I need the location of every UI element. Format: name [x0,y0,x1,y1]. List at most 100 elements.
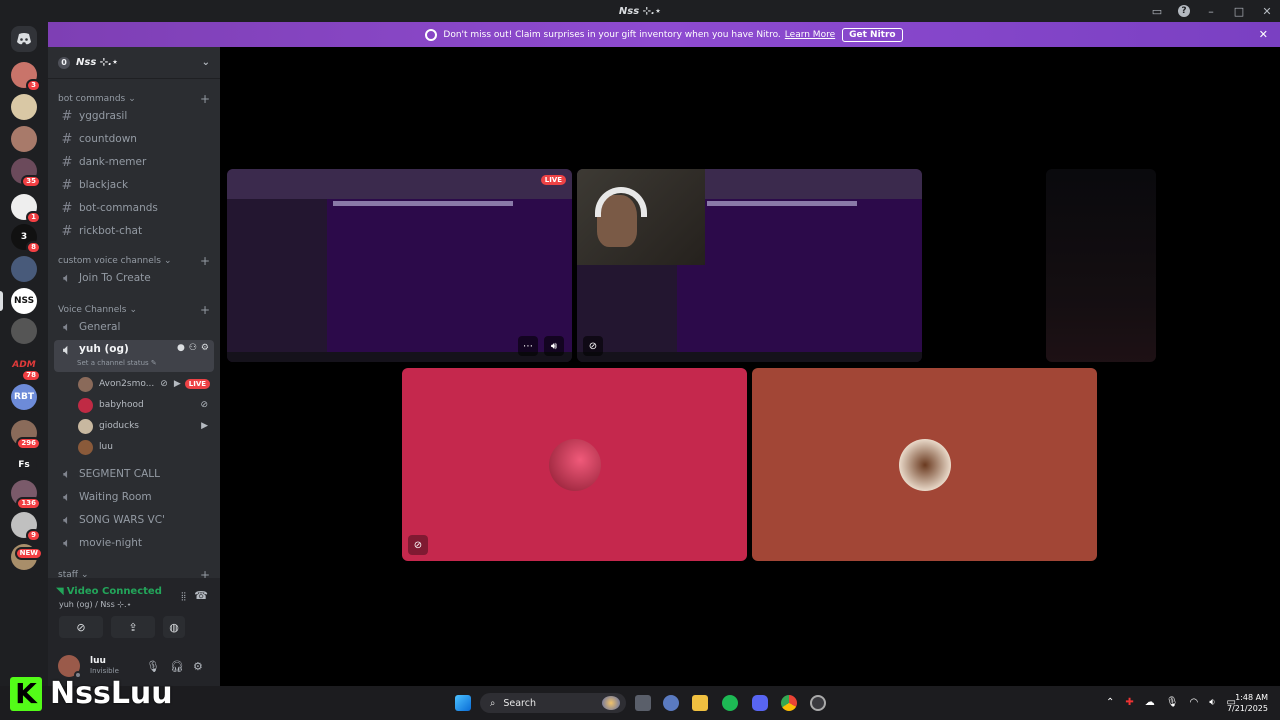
server-icon[interactable] [11,256,37,282]
voice-channel-yuh-og[interactable]: 🔈︎ yuh (og) ● ⚇ ⚙ [54,340,214,372]
voice-channel-join-to-create[interactable]: 🔈︎ Join To Create [54,268,214,288]
hash-icon: # [61,200,73,216]
voice-channel[interactable]: 🔈︎ SEGMENT CALL [54,464,214,484]
voice-channel[interactable]: 🔈︎ SONG WARS VC' [54,510,214,530]
server-icon[interactable]: 136 [11,480,41,510]
help-icon[interactable]: ? [1178,5,1190,17]
screenshare-button[interactable]: ⇪ [111,616,155,638]
server-icon[interactable]: 38 [11,224,41,254]
participant-tile-gioducks[interactable] [752,368,1097,561]
maximize-icon[interactable]: □ [1232,4,1246,18]
activities-button[interactable]: ◍ [163,616,185,638]
add-channel-icon[interactable]: + [200,303,210,317]
category-label: custom voice channels [58,256,161,266]
headphones-icon[interactable]: 🎧︎ [170,660,184,673]
server-icon[interactable]: RBT [11,384,37,410]
server-icon[interactable]: 9 [11,512,41,542]
inbox-icon[interactable]: ▭ [1150,4,1164,18]
user-settings-gear-icon[interactable]: ⚙ [193,660,203,673]
live-badge: LIVE [540,175,566,185]
volume-tray-icon[interactable]: 🔉︎ [1209,697,1215,708]
server-icon[interactable]: 296 [11,420,41,450]
disconnect-icon[interactable]: ☎ [194,589,208,602]
text-channel-bot-commands[interactable]: # bot-commands [54,198,214,218]
server-icon[interactable]: NEW [11,544,43,570]
server-icon[interactable]: ADM 78 [11,352,41,382]
text-channel-dank-memer[interactable]: # dank-memer [54,152,214,172]
voice-member[interactable]: babyhood ⊘ [78,396,214,414]
more-options-icon[interactable]: ⋯ [518,336,538,356]
text-channel-countdown[interactable]: # countdown [54,129,214,149]
invite-icon[interactable]: ⚇ [189,343,197,353]
text-channel-blackjack[interactable]: # blackjack [54,175,214,195]
chevron-down-icon[interactable]: ⌄ [202,57,210,68]
speaker-icon: 🔈︎ [63,489,71,505]
discord-taskbar-icon[interactable] [752,695,768,711]
file-explorer-icon[interactable] [692,695,708,711]
server-icon[interactable] [11,126,37,152]
volume-icon[interactable]: 🔊︎ [544,336,564,356]
windows-taskbar: ⌕ Search ⌃ ✚ ☁ 🎙︎ ◠ 🔉︎ ▭ 1:48 AM 7/21/20… [0,686,1280,720]
server-icon[interactable]: NSS [0,288,37,314]
category-custom-voice[interactable]: custom voice channels ⌄ + [58,254,210,268]
category-voice-channels[interactable]: Voice Channels ⌄ + [58,303,210,317]
stream-tile-camera-share[interactable]: ⊘ [577,169,922,362]
server-icon[interactable] [11,94,37,120]
kick-logo: K [10,676,42,711]
gear-icon[interactable]: ⚙ [201,343,209,353]
voice-location[interactable]: yuh (og) / Nss ⊹.⋆ [59,600,132,609]
stream-tile-avon[interactable]: LIVE ⋯ 🔊︎ [227,169,572,362]
voice-member[interactable]: Avon2smo... ⊘ ▶ LIVE [78,375,214,393]
windows-start-icon[interactable] [455,695,471,711]
app-icon[interactable] [810,695,826,711]
task-view-icon[interactable] [635,695,651,711]
taskbar-search[interactable]: ⌕ Search [480,693,626,713]
server-icon[interactable]: 3 [11,62,41,92]
chrome-icon[interactable] [781,695,797,711]
server-label: NSS [13,296,35,306]
server-label: 3 [20,232,28,242]
add-channel-icon[interactable]: + [200,254,210,268]
chevron-up-icon[interactable]: ⌃ [1106,697,1114,708]
voice-channel[interactable]: 🔈︎ Waiting Room [54,487,214,507]
voice-channel-general[interactable]: 🔈︎ General [54,317,214,337]
text-channel-yggdrasil[interactable]: # yggdrasil [54,106,214,126]
channel-label: yuh (og) [79,343,129,355]
search-highlight-icon [602,696,620,710]
server-icon[interactable]: Fs [11,452,37,478]
spotify-icon[interactable] [722,695,738,711]
voice-member[interactable]: gioducks ▶ [78,417,214,435]
minimize-icon[interactable]: – [1204,4,1218,18]
settings-app-icon[interactable] [663,695,679,711]
voice-status[interactable]: ◥ Video Connected [56,586,162,597]
text-channel-rickbot-chat[interactable]: # rickbot-chat [54,221,214,241]
microphone-tray-icon[interactable]: 🎙︎ [1166,697,1179,708]
close-banner-icon[interactable]: ✕ [1259,28,1268,41]
category-bot-commands[interactable]: bot commands ⌄ + [58,92,210,106]
avatar[interactable] [58,655,82,679]
tray-app-icon[interactable]: ✚ [1125,697,1133,708]
add-channel-icon[interactable]: + [200,92,210,106]
server-icon[interactable]: 1 [11,194,41,224]
microphone-icon[interactable]: 🎙︎ [146,660,160,673]
get-nitro-button[interactable]: Get Nitro [842,27,903,42]
server-badge: 9 [26,529,41,542]
wifi-icon[interactable]: ◠ [1189,697,1198,708]
learn-more-link[interactable]: Learn More [785,30,835,40]
server-icon[interactable]: 35 [11,158,41,188]
taskbar-clock[interactable]: 1:48 AM 7/21/2025 [1227,692,1268,714]
camera-toggle-button[interactable]: ⊘ [59,616,103,638]
noise-suppression-icon[interactable]: ⦙⦙ [181,590,186,604]
voice-channel[interactable]: 🔈︎ movie-night [54,533,214,553]
participant-tile-babyhood[interactable]: ⊘ [402,368,747,561]
voice-member[interactable]: luu [78,438,214,456]
discord-home-button[interactable] [11,26,37,52]
server-icon[interactable] [11,318,37,344]
onedrive-icon[interactable]: ☁ [1145,697,1155,708]
search-icon: ⌕ [490,697,496,709]
channel-label: rickbot-chat [79,225,143,237]
channel-status-hint[interactable]: Set a channel status ✎ [77,359,157,367]
server-header[interactable]: 0 Nss ⊹.⋆ ⌄ [48,47,220,79]
chat-icon[interactable]: ● [177,343,185,353]
close-window-icon[interactable]: ✕ [1260,4,1274,18]
